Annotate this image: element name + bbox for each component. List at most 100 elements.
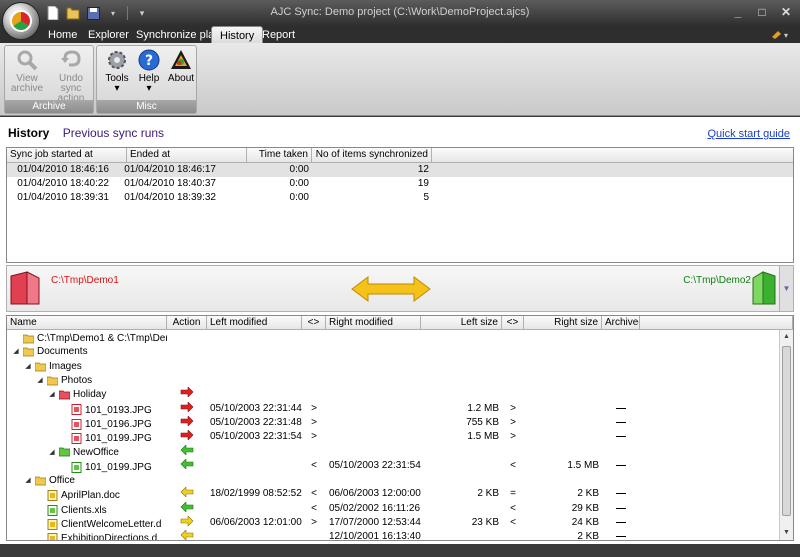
compare-tree-grid[interactable]: Name Action Left modified <> Right modif… — [6, 315, 794, 541]
tree-row[interactable]: ExhibitionDirections.d 12/10/2001 16:13:4… — [7, 530, 793, 540]
column-header-archived[interactable]: Archived — [602, 316, 640, 329]
right-folder-path[interactable]: C:\Tmp\Demo2 — [683, 275, 751, 286]
table-row[interactable]: 01/04/2010 18:46:16 01/04/2010 18:46:17 … — [7, 163, 793, 177]
expand-toggle-icon[interactable]: ◢ — [24, 360, 32, 373]
maximize-button[interactable]: □ — [752, 4, 772, 20]
tree-row[interactable]: 101_0196.JPG 05/10/2003 22:31:48 >755 KB > — — [7, 415, 793, 430]
column-header-right-size[interactable]: Right size — [524, 316, 602, 329]
column-header-started[interactable]: Sync job started at — [7, 148, 127, 162]
item-name: Images — [49, 360, 82, 372]
sync-history-table[interactable]: Sync job started at Ended at Time taken … — [6, 147, 794, 263]
cell-filler — [640, 502, 793, 516]
expand-toggle-icon[interactable]: ◢ — [12, 345, 20, 358]
cell-action[interactable] — [167, 387, 207, 401]
update-left-arrow-icon[interactable] — [180, 530, 194, 540]
sync-direction-arrow-icon[interactable] — [350, 275, 432, 303]
expand-toggle-icon[interactable]: ◢ — [48, 446, 56, 459]
tab-report[interactable]: Report — [254, 26, 303, 43]
table-row[interactable]: 01/04/2010 18:39:31 01/04/2010 18:39:32 … — [7, 191, 793, 205]
expand-toggle-icon[interactable]: ◢ — [24, 474, 32, 487]
tree-row[interactable]: ◢ Images — [7, 359, 793, 373]
copy-left-arrow-icon[interactable] — [180, 501, 194, 515]
cell-left-size: 1.2 MB — [467, 402, 499, 414]
tree-row[interactable]: ◢ Photos — [7, 372, 793, 388]
cell-right-size — [524, 416, 602, 430]
tree-row[interactable]: ◢ NewOffice — [7, 444, 793, 458]
cell-right-modified — [326, 373, 421, 387]
copy-right-arrow-icon[interactable] — [180, 415, 194, 429]
scrollbar-thumb[interactable] — [782, 346, 791, 516]
column-header-ended[interactable]: Ended at — [127, 148, 247, 162]
table-row[interactable]: 01/04/2010 18:40:22 01/04/2010 18:40:37 … — [7, 177, 793, 191]
column-header-action[interactable]: Action — [167, 316, 207, 329]
cell-action[interactable] — [167, 473, 207, 487]
cell-action[interactable] — [167, 415, 207, 430]
cell-left-size — [421, 330, 502, 344]
column-header-left-modified[interactable]: Left modified — [207, 316, 302, 329]
close-button[interactable]: ✕ — [776, 4, 796, 20]
tree-row[interactable]: ◢ Holiday — [7, 387, 793, 401]
chevron-down-icon[interactable]: ▼ — [779, 266, 793, 311]
about-button[interactable]: About — [163, 48, 199, 84]
application-menu-button[interactable] — [2, 2, 40, 40]
column-header-time-taken[interactable]: Time taken — [247, 148, 312, 162]
tree-row[interactable]: 101_0193.JPG 05/10/2003 22:31:44 >1.2 MB > — — [7, 401, 793, 416]
column-header-left-size[interactable]: Left size — [421, 316, 502, 329]
cell-compare-date: > — [311, 517, 317, 528]
tools-button[interactable]: Tools ▾ — [99, 48, 135, 94]
quick-start-guide-link[interactable]: Quick start guide — [707, 128, 790, 140]
cell-left-modified: 05/10/2003 22:31:48 — [210, 416, 302, 428]
tree-row[interactable]: 101_0199.JPG <05/10/2003 22:31:54 <1.5 MB — — [7, 458, 793, 473]
cell-right-modified — [326, 387, 421, 401]
column-header-right-modified[interactable]: Right modified — [326, 316, 421, 329]
tree-row[interactable]: C:\Tmp\Demo1 & C:\Tmp\Demo2 — [7, 330, 793, 344]
tree-row[interactable]: ClientWelcomeLetter.d 06/06/2003 12:01:00… — [7, 515, 793, 531]
expand-toggle-icon[interactable]: ◢ — [36, 374, 44, 387]
view-archive-button[interactable]: View archive — [9, 48, 45, 94]
cell-action[interactable] — [167, 344, 207, 358]
minimize-button[interactable]: _ — [728, 4, 748, 20]
cell-action[interactable] — [167, 458, 207, 473]
cell-action[interactable] — [167, 359, 207, 373]
tree-row[interactable]: AprilPlan.doc 18/02/1999 08:52:52 <06/06/2… — [7, 487, 793, 502]
left-folder-icon[interactable] — [9, 270, 43, 306]
vertical-scrollbar[interactable]: ▲ ▼ — [779, 330, 793, 540]
scroll-down-icon[interactable]: ▼ — [780, 526, 793, 540]
tree-row[interactable]: 101_0199.JPG 05/10/2003 22:31:54 >1.5 MB > — — [7, 430, 793, 445]
expand-toggle-icon[interactable]: ◢ — [48, 388, 56, 401]
column-header-compare-date[interactable]: <> — [302, 316, 326, 329]
cell-action[interactable] — [167, 401, 207, 416]
cell-action[interactable] — [167, 330, 207, 344]
undo-sync-action-button[interactable]: Undo sync action — [49, 48, 93, 104]
tree-row[interactable]: ◢ Documents — [7, 344, 793, 359]
svg-text:?: ? — [145, 53, 153, 69]
copy-right-arrow-icon[interactable] — [180, 387, 194, 400]
help-button[interactable]: ? Help ▾ — [131, 48, 167, 94]
left-folder-path[interactable]: C:\Tmp\Demo1 — [51, 275, 119, 286]
svg-text:▾: ▾ — [784, 31, 788, 40]
tab-home[interactable]: Home — [40, 26, 85, 43]
copy-right-arrow-icon[interactable] — [180, 430, 194, 443]
cell-action[interactable] — [167, 516, 207, 530]
cell-left-size — [421, 530, 502, 540]
copy-right-arrow-icon[interactable] — [180, 401, 194, 415]
cell-action[interactable] — [167, 501, 207, 516]
cell-action[interactable] — [167, 530, 207, 540]
gear-icon — [108, 51, 126, 69]
tree-row[interactable]: Clients.xls <05/02/2002 16:11:26 <29 KB — — [7, 501, 793, 516]
update-left-arrow-icon[interactable] — [180, 487, 194, 500]
style-options-icon[interactable]: ▾ — [770, 28, 792, 42]
copy-left-arrow-icon[interactable] — [180, 458, 194, 472]
column-header-name[interactable]: Name — [7, 316, 167, 329]
cell-action[interactable] — [167, 430, 207, 444]
tree-row[interactable]: ◢ Office — [7, 473, 793, 487]
right-folder-icon[interactable] — [751, 270, 777, 306]
column-header-compare-size[interactable]: <> — [502, 316, 524, 329]
scroll-up-icon[interactable]: ▲ — [780, 330, 793, 344]
cell-action[interactable] — [167, 487, 207, 501]
copy-left-arrow-icon[interactable] — [180, 444, 194, 458]
update-right-arrow-icon[interactable] — [180, 516, 194, 529]
cell-action[interactable] — [167, 444, 207, 459]
cell-action[interactable] — [167, 373, 207, 387]
column-header-items[interactable]: No of items synchronized — [312, 148, 432, 162]
